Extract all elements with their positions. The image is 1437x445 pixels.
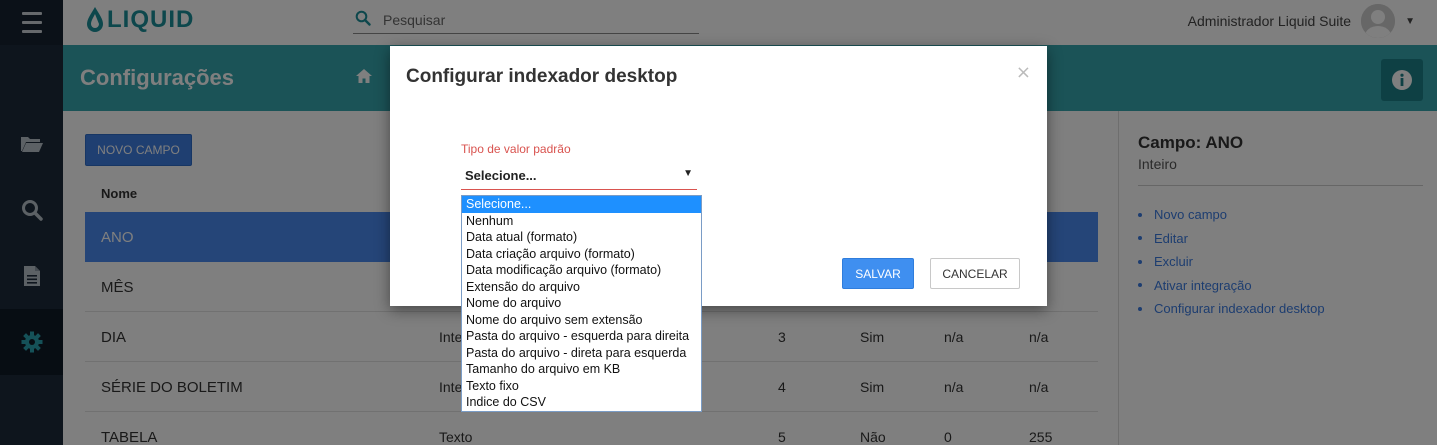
- option-item[interactable]: Extensão do arquivo: [462, 279, 701, 296]
- option-item[interactable]: Texto fixo: [462, 378, 701, 395]
- option-item[interactable]: Data atual (formato): [462, 229, 701, 246]
- option-item[interactable]: Indice do CSV: [462, 394, 701, 411]
- close-icon[interactable]: ×: [1016, 62, 1031, 83]
- option-item[interactable]: Nome do arquivo sem extensão: [462, 312, 701, 329]
- chevron-down-icon: ▼: [683, 168, 693, 179]
- option-item[interactable]: Data modificação arquivo (formato): [462, 262, 701, 279]
- select-current-value: Selecione...: [465, 168, 537, 183]
- default-value-type-select[interactable]: Selecione... ▼: [461, 162, 697, 190]
- dialog-title: Configurar indexador desktop: [406, 66, 678, 87]
- option-item[interactable]: Nenhum: [462, 213, 701, 230]
- option-item[interactable]: Data criação arquivo (formato): [462, 246, 701, 263]
- option-item[interactable]: Selecione...: [462, 196, 701, 213]
- default-value-type-options: Selecione... Nenhum Data atual (formato)…: [461, 195, 702, 412]
- default-value-type-label: Tipo de valor padrão: [461, 142, 571, 156]
- option-item[interactable]: Tamanho do arquivo em KB: [462, 361, 701, 378]
- option-item[interactable]: Nome do arquivo: [462, 295, 701, 312]
- save-button[interactable]: SALVAR: [842, 258, 914, 289]
- option-item[interactable]: Pasta do arquivo - direta para esquerda: [462, 345, 701, 362]
- option-item[interactable]: Pasta do arquivo - esquerda para direita: [462, 328, 701, 345]
- cancel-button[interactable]: CANCELAR: [930, 258, 1020, 289]
